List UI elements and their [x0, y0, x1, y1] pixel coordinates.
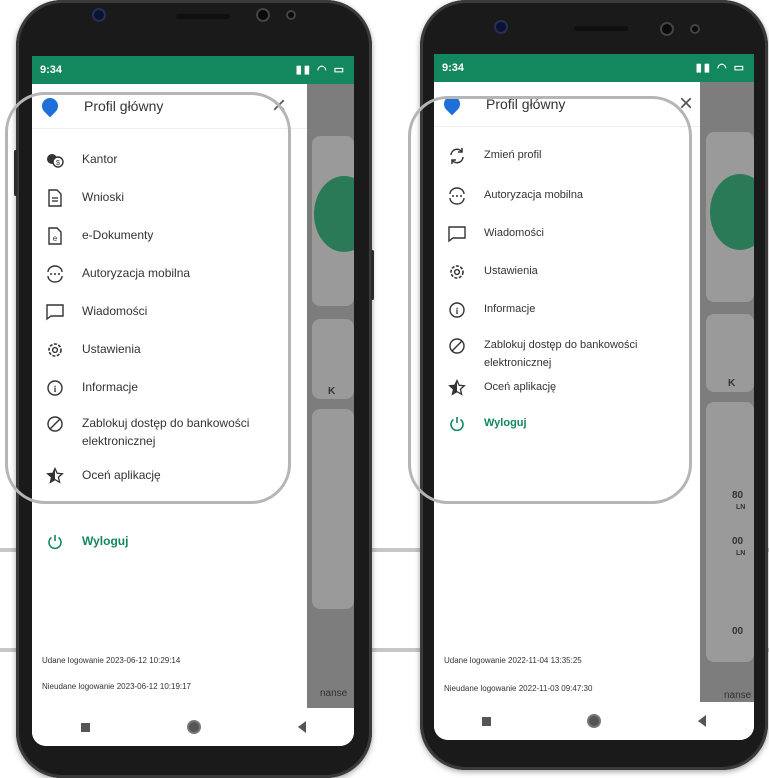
sensor [286, 10, 296, 20]
bg-text: LN [736, 504, 746, 511]
front-camera [92, 8, 106, 22]
menu-highlight-frame [408, 96, 692, 504]
system-navbar [434, 702, 754, 740]
status-time: 9:34 [40, 64, 63, 76]
sensor [256, 8, 270, 22]
recents-button[interactable] [482, 716, 492, 726]
login-success-info: Udane logowanie 2022-11-04 13:35:25 [444, 656, 582, 665]
speaker [176, 14, 230, 19]
bg-text: nanse [320, 688, 348, 699]
status-bar: 9:34 ▮▮ ◠ ▭ [434, 54, 754, 82]
bg-text: 00 [732, 626, 744, 637]
sensor [690, 24, 700, 34]
signal-wifi-battery-icon: ▮▮ ◠ ▭ [295, 64, 346, 76]
login-success-info: Udane logowanie 2023-06-12 10:29:14 [42, 656, 181, 665]
speaker [574, 26, 628, 31]
logout-label: Wyloguj [82, 534, 129, 548]
bg-card [706, 402, 754, 662]
front-camera [494, 20, 508, 34]
sensor [660, 22, 674, 36]
login-failed-info: Nieudane logowanie 2022-11-03 09:47:30 [444, 684, 593, 693]
back-button[interactable] [697, 715, 706, 727]
top-bezel [420, 0, 768, 56]
bg-card [312, 409, 354, 609]
system-navbar [32, 708, 354, 746]
status-time: 9:34 [442, 62, 465, 74]
power-button [371, 250, 374, 300]
signal-wifi-battery-icon: ▮▮ ◠ ▭ [695, 62, 746, 74]
back-button[interactable] [297, 721, 306, 733]
bg-text: nanse [724, 690, 752, 701]
login-failed-info: Nieudane logowanie 2023-06-12 10:19:17 [42, 682, 192, 691]
home-button[interactable] [186, 720, 201, 734]
bg-text: K [728, 378, 736, 389]
top-bezel [16, 0, 372, 56]
bg-text: 80 [732, 490, 744, 501]
bg-text: LN [736, 550, 746, 557]
status-bar: 9:34 ▮▮ ◠ ▭ [32, 56, 354, 84]
menu-highlight-frame [5, 92, 291, 504]
home-button[interactable] [587, 714, 602, 728]
power-icon [42, 532, 68, 552]
logout-button[interactable]: Wyloguj [32, 532, 307, 552]
bg-text: 00 [732, 536, 744, 547]
recents-button[interactable] [80, 722, 90, 732]
bg-text: K [328, 386, 336, 397]
